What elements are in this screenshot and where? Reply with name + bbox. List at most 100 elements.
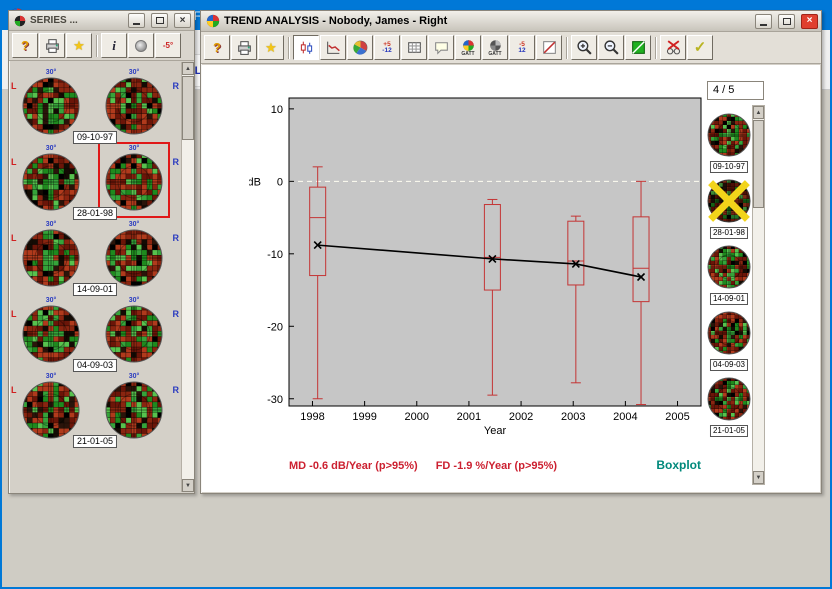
svg-text:2001: 2001 bbox=[457, 411, 481, 423]
green-square-icon bbox=[630, 39, 647, 56]
scroll-up-button[interactable]: ▲ bbox=[182, 62, 194, 75]
exam-date-label: 09-10-97 bbox=[710, 161, 748, 173]
degree-label: 30° bbox=[17, 220, 85, 229]
zoom-out-button[interactable] bbox=[598, 35, 624, 60]
boxplot-view-button[interactable] bbox=[293, 35, 319, 60]
svg-text:10: 10 bbox=[271, 104, 283, 116]
scroll-down-button[interactable]: ▼ bbox=[753, 471, 764, 484]
trend-thumbnail[interactable]: 14-09-01 bbox=[703, 243, 755, 309]
ruler-button[interactable] bbox=[536, 35, 562, 60]
scrollbar-thumb[interactable] bbox=[182, 76, 194, 140]
color-mode-button[interactable] bbox=[625, 35, 651, 60]
curve-view-button[interactable] bbox=[320, 35, 346, 60]
trend-close-button[interactable]: × bbox=[801, 14, 818, 29]
exclude-exam-button[interactable] bbox=[660, 35, 686, 60]
comment-button[interactable] bbox=[428, 35, 454, 60]
help-icon: ? bbox=[21, 39, 29, 52]
scroll-up-icon: ▲ bbox=[185, 66, 191, 72]
visual-field-left[interactable]: 30° bbox=[17, 220, 85, 292]
exam-date-label: 28-01-98 bbox=[710, 227, 748, 239]
visual-field-right[interactable]: 30° bbox=[100, 296, 168, 368]
svg-text:0: 0 bbox=[277, 176, 283, 188]
trend-thumbnail-excluded[interactable]: 28-01-98 bbox=[703, 177, 755, 243]
visual-field-image bbox=[707, 113, 751, 157]
visual-field-left[interactable]: 30° bbox=[17, 68, 85, 140]
series-favorite-button[interactable]: ★ bbox=[66, 33, 92, 58]
pie-view-button[interactable] bbox=[347, 35, 373, 60]
series-row: L R 30° 30° 09-10-97 bbox=[10, 68, 180, 144]
visual-field-image bbox=[105, 229, 163, 287]
series-scrollbar[interactable]: ▲ ▼ bbox=[181, 62, 194, 492]
close-icon: × bbox=[807, 16, 813, 26]
series-window-title: SERIES ... bbox=[30, 15, 122, 26]
exam-counter: 4 / 5 bbox=[707, 81, 764, 100]
exam-date-label: 21-01-05 bbox=[710, 425, 748, 437]
exam-date-label: 09-10-97 bbox=[73, 131, 117, 144]
trend-thumbnail[interactable]: 09-10-97 bbox=[703, 111, 755, 177]
degree-label: 30° bbox=[100, 372, 168, 381]
trend-maximize-button[interactable] bbox=[778, 14, 795, 29]
boxplot-icon bbox=[298, 39, 315, 56]
degree-label: 30° bbox=[17, 296, 85, 305]
excluded-x-icon bbox=[707, 177, 751, 225]
scale-values-button[interactable]: -512 bbox=[509, 35, 535, 60]
eye-left-label: L bbox=[11, 157, 17, 167]
eye-right-label: R bbox=[173, 157, 180, 167]
scroll-up-button[interactable]: ▲ bbox=[753, 106, 764, 119]
gatt-color-icon bbox=[462, 39, 475, 52]
exclude-glasses-icon bbox=[665, 39, 682, 56]
trend-thumbnail[interactable]: 04-09-03 bbox=[703, 309, 755, 375]
visual-field-right[interactable]: 30° bbox=[100, 68, 168, 140]
trend-thumbnail[interactable]: 21-01-05 bbox=[703, 375, 755, 441]
series-title-bar[interactable]: SERIES ... × bbox=[9, 11, 194, 31]
zoom-out-icon bbox=[603, 39, 620, 56]
visual-field-image bbox=[105, 153, 163, 211]
thumbnail-scrollbar[interactable]: ▲ ▼ bbox=[752, 105, 765, 485]
series-maximize-button[interactable] bbox=[151, 13, 168, 28]
svg-text:1999: 1999 bbox=[352, 411, 376, 423]
series-scale-button[interactable]: -5° bbox=[155, 33, 181, 58]
trend-chart: 100-10-20-30dB19981999200020012002200320… bbox=[249, 82, 719, 442]
accept-button[interactable]: ✓ bbox=[687, 35, 713, 60]
series-window: SERIES ... × ? ★ i -5° L R 30° 30° 09-10… bbox=[8, 10, 195, 494]
series-close-button[interactable]: × bbox=[174, 13, 191, 28]
visual-field-left[interactable]: 30° bbox=[17, 372, 85, 444]
degree-label: 30° bbox=[17, 372, 85, 381]
scroll-down-icon: ▼ bbox=[185, 483, 191, 489]
visual-field-right[interactable]: 30° bbox=[100, 372, 168, 444]
visual-field-right-selected[interactable]: 30° bbox=[100, 144, 168, 216]
series-print-button[interactable] bbox=[39, 33, 65, 58]
visual-field-right[interactable]: 30° bbox=[100, 220, 168, 292]
separator bbox=[655, 37, 656, 59]
series-help-button[interactable]: ? bbox=[12, 33, 38, 58]
zoom-in-button[interactable] bbox=[571, 35, 597, 60]
table-values-button[interactable] bbox=[401, 35, 427, 60]
series-symbol-button[interactable] bbox=[128, 33, 154, 58]
chart-footer: MD -0.6 dB/Year (p>95%) FD -1.9 %/Year (… bbox=[289, 458, 701, 472]
trend-window: TREND ANALYSIS - Nobody, James - Right ×… bbox=[200, 10, 822, 494]
trend-title-bar[interactable]: TREND ANALYSIS - Nobody, James - Right × bbox=[201, 11, 821, 32]
visual-field-image bbox=[105, 381, 163, 439]
degree-label: 30° bbox=[100, 144, 168, 153]
trend-minimize-button[interactable] bbox=[755, 14, 772, 29]
trend-help-button[interactable]: ? bbox=[204, 35, 230, 60]
gatt-color-button[interactable]: GATT bbox=[455, 35, 481, 60]
visual-field-left[interactable]: 30° bbox=[17, 144, 85, 216]
grid-table-icon bbox=[406, 39, 423, 56]
trend-print-button[interactable] bbox=[231, 35, 257, 60]
scroll-down-button[interactable]: ▼ bbox=[182, 479, 194, 492]
series-minimize-button[interactable] bbox=[128, 13, 145, 28]
scale-label: -5° bbox=[163, 41, 173, 50]
visual-field-left[interactable]: 30° bbox=[17, 296, 85, 368]
scrollbar-thumb[interactable] bbox=[753, 120, 764, 208]
defect-values-icon: +5-12 bbox=[382, 42, 391, 54]
exam-date-label: 21-01-05 bbox=[73, 435, 117, 448]
pie-chart-icon bbox=[352, 39, 369, 56]
trend-favorite-button[interactable]: ★ bbox=[258, 35, 284, 60]
gatt-bw-button[interactable]: GATT bbox=[482, 35, 508, 60]
series-info-button[interactable]: i bbox=[101, 33, 127, 58]
trend-toolbar: ? ★ +5-12 GATT GATT -512 ✓ bbox=[201, 32, 821, 64]
series-row: L R 30° 30° 04-09-03 bbox=[10, 296, 180, 372]
svg-text:1998: 1998 bbox=[300, 411, 324, 423]
defect-values-button[interactable]: +5-12 bbox=[374, 35, 400, 60]
